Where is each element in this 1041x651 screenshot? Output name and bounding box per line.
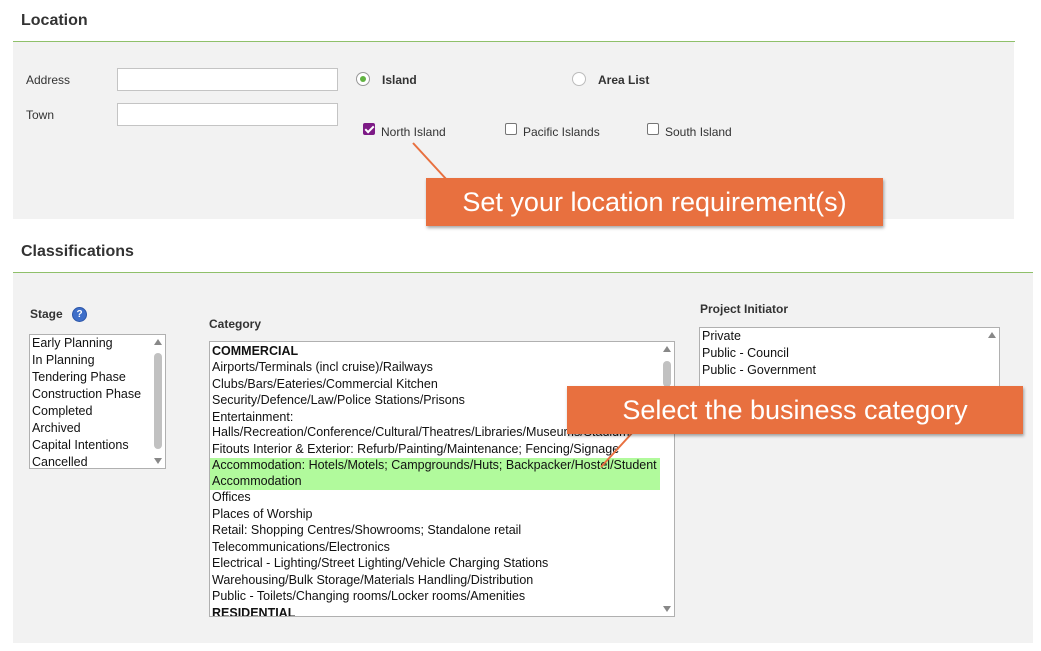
- category-option[interactable]: Fitouts Interior & Exterior: Refurb/Pain…: [210, 441, 660, 458]
- north-island-label[interactable]: North Island: [381, 125, 446, 139]
- scroll-thumb[interactable]: [663, 361, 671, 387]
- category-callout: Select the business category: [567, 386, 1023, 434]
- project-initiator-option[interactable]: Public - Government: [700, 362, 999, 379]
- project-initiator-label: Project Initiator: [700, 302, 789, 316]
- island-radio[interactable]: [356, 72, 370, 86]
- stage-option[interactable]: Construction Phase: [30, 386, 165, 403]
- scroll-up-icon[interactable]: [663, 346, 671, 352]
- classifications-section-title: Classifications: [21, 243, 134, 260]
- project-initiator-option[interactable]: Public - Council: [700, 345, 999, 362]
- scroll-up-icon[interactable]: [988, 332, 996, 338]
- category-option[interactable]: Public - Toilets/Changing rooms/Locker r…: [210, 589, 660, 606]
- category-option[interactable]: Electrical - Lighting/Street Lighting/Ve…: [210, 556, 660, 573]
- scroll-thumb[interactable]: [154, 353, 162, 449]
- stage-option[interactable]: Archived: [30, 420, 165, 437]
- category-label: Category: [209, 317, 262, 331]
- category-option[interactable]: Retail: Shopping Centres/Showrooms; Stan…: [210, 523, 660, 540]
- town-label: Town: [26, 108, 55, 122]
- address-input[interactable]: [117, 68, 338, 91]
- scroll-down-icon[interactable]: [154, 458, 162, 464]
- stage-option[interactable]: In Planning: [30, 352, 165, 369]
- stage-option[interactable]: Capital Intentions: [30, 437, 165, 454]
- project-initiator-listbox[interactable]: Private Public - Council Public - Govern…: [699, 327, 1000, 387]
- south-island-checkbox[interactable]: [647, 123, 659, 135]
- category-option[interactable]: Airports/Terminals (incl cruise)/Railway…: [210, 360, 660, 377]
- north-island-checkbox[interactable]: [363, 123, 375, 135]
- category-scrollbar[interactable]: [660, 342, 674, 616]
- project-initiator-option[interactable]: Private: [700, 328, 999, 345]
- category-option[interactable]: Offices: [210, 490, 660, 507]
- stage-option[interactable]: Completed: [30, 403, 165, 420]
- stage-option[interactable]: Cancelled: [30, 454, 165, 468]
- stage-listbox[interactable]: Early Planning In Planning Tendering Pha…: [29, 334, 166, 469]
- category-listbox[interactable]: COMMERCIAL Airports/Terminals (incl crui…: [209, 341, 675, 617]
- stage-option[interactable]: Tendering Phase: [30, 369, 165, 386]
- category-option[interactable]: Telecommunications/Electronics: [210, 539, 660, 556]
- location-callout: Set your location requirement(s): [426, 178, 883, 226]
- stage-scrollbar[interactable]: [151, 335, 165, 468]
- category-group-commercial: COMMERCIAL: [212, 343, 299, 358]
- category-option[interactable]: Warehousing/Bulk Storage/Materials Handl…: [210, 572, 660, 589]
- question-icon[interactable]: ?: [72, 307, 87, 322]
- pacific-islands-label[interactable]: Pacific Islands: [523, 125, 600, 139]
- location-section-title: Location: [21, 12, 88, 29]
- town-input[interactable]: [117, 103, 338, 126]
- area-list-radio[interactable]: [572, 72, 586, 86]
- category-option[interactable]: Places of Worship: [210, 506, 660, 523]
- scroll-down-icon[interactable]: [663, 606, 671, 612]
- stage-label: Stage: [30, 307, 63, 321]
- project-initiator-scrollbar[interactable]: [985, 328, 999, 386]
- south-island-label[interactable]: South Island: [665, 125, 732, 139]
- island-radio-label[interactable]: Island: [382, 73, 417, 87]
- category-group-residential: RESIDENTIAL: [212, 605, 296, 617]
- pacific-islands-checkbox[interactable]: [505, 123, 517, 135]
- stage-option[interactable]: Early Planning: [30, 335, 165, 352]
- address-label: Address: [26, 73, 71, 87]
- category-option-selected[interactable]: Accommodation: Hotels/Motels; Campground…: [210, 457, 660, 490]
- area-list-radio-label[interactable]: Area List: [598, 73, 649, 87]
- scroll-up-icon[interactable]: [154, 339, 162, 345]
